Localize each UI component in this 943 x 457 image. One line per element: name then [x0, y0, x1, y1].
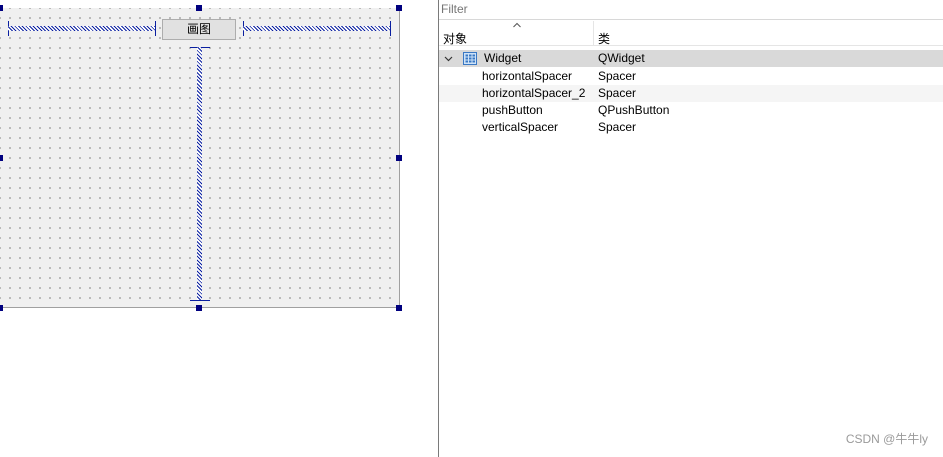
inspector-header: 对象 类 — [439, 21, 943, 46]
spacer-cap — [155, 21, 156, 36]
tree-row[interactable]: pushButton QPushButton — [439, 102, 943, 119]
selection-handle-top-right[interactable] — [396, 5, 402, 11]
watermark-text: CSDN @牛牛ly — [845, 432, 928, 446]
tree-cell-object: horizontalSpacer — [439, 68, 594, 85]
selection-handle-middle-right[interactable] — [396, 155, 402, 161]
selection-handle-top-center[interactable] — [196, 5, 202, 11]
sort-ascending-icon — [513, 22, 521, 28]
spacer-spring — [8, 26, 156, 31]
widget-grid-icon — [463, 52, 477, 65]
spacer-cap — [190, 300, 210, 301]
tree-row[interactable]: horizontalSpacer Spacer — [439, 68, 943, 85]
horizontal-spacer-right[interactable] — [243, 18, 391, 40]
filter-bar — [439, 0, 943, 20]
tree-cell-object: Widget — [439, 50, 594, 67]
tree-row[interactable]: verticalSpacer Spacer — [439, 119, 943, 136]
tree-item-name: horizontalSpacer_2 — [482, 86, 586, 100]
tree-cell-object: horizontalSpacer_2 — [439, 85, 594, 102]
selection-handle-middle-left[interactable] — [0, 155, 3, 161]
tree-item-name: verticalSpacer — [482, 120, 559, 134]
horizontal-spacer-left[interactable] — [8, 18, 156, 40]
tree-cell-object: pushButton — [439, 102, 594, 119]
filter-input[interactable] — [441, 2, 931, 16]
tree-item-class: Spacer — [598, 69, 637, 83]
chevron-down-icon[interactable] — [444, 54, 453, 63]
draw-push-button[interactable]: 画图 — [162, 19, 236, 40]
selection-handle-bottom-center[interactable] — [196, 305, 202, 311]
selection-handle-bottom-left[interactable] — [0, 305, 3, 311]
vertical-spacer[interactable] — [189, 47, 211, 301]
column-header-object[interactable]: 对象 — [439, 21, 594, 46]
tree-item-class: Spacer — [598, 120, 637, 134]
tree-row-widget[interactable]: Widget QWidget — [439, 50, 943, 67]
selection-handle-bottom-right[interactable] — [396, 305, 402, 311]
object-inspector: 对象 类 Widget QWidget — [439, 0, 943, 457]
column-header-object-label: 对象 — [443, 32, 468, 46]
tree-item-class: QWidget — [598, 51, 645, 65]
tree-cell-object: verticalSpacer — [439, 119, 594, 136]
selection-handle-top-left[interactable] — [0, 5, 3, 11]
spacer-spring — [243, 26, 391, 31]
tree-item-name: pushButton — [482, 103, 543, 117]
tree-row[interactable]: horizontalSpacer_2 Spacer — [439, 85, 943, 102]
tree-item-class: QPushButton — [598, 103, 670, 117]
spacer-cap — [390, 21, 391, 36]
column-header-class-label: 类 — [598, 32, 611, 46]
tree-item-name: Widget — [484, 51, 522, 65]
column-header-class[interactable]: 类 — [594, 21, 943, 46]
tree-item-class: Spacer — [598, 86, 637, 100]
spacer-spring — [197, 47, 202, 301]
tree-item-name: horizontalSpacer — [482, 69, 573, 83]
